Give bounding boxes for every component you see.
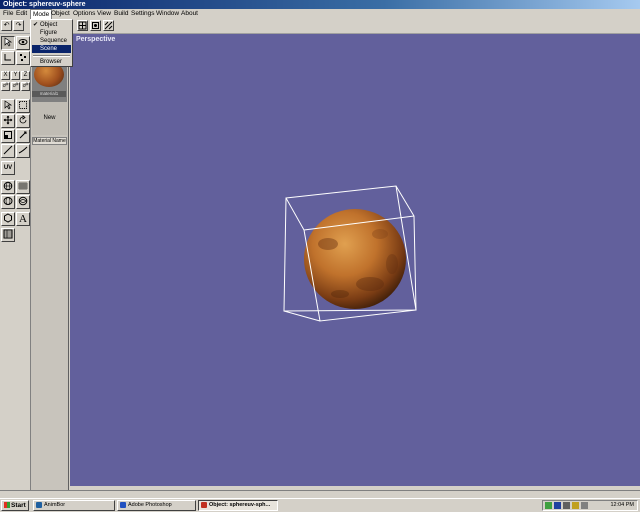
knife-icon[interactable]: [1, 144, 15, 158]
pointer-icon[interactable]: [1, 99, 15, 113]
toolbar: ↶ ↷: [0, 19, 640, 34]
menu-separator: [33, 55, 70, 57]
perspective-viewport[interactable]: Perspective: [70, 34, 640, 486]
material-panel: material1 New Material Name: [31, 34, 69, 490]
printer-icon[interactable]: [563, 502, 570, 509]
grid-primitive-icon[interactable]: [16, 180, 30, 194]
mode-item-label: Object: [40, 22, 58, 28]
network-icon[interactable]: [545, 502, 552, 509]
move-icon[interactable]: [1, 114, 15, 128]
shaded-view-icon[interactable]: [103, 20, 114, 31]
menu-view[interactable]: View: [95, 9, 113, 19]
hexagon-primitive-icon[interactable]: [1, 212, 15, 226]
animator-icon: [36, 502, 42, 508]
menu-build[interactable]: Build: [112, 9, 130, 19]
new-material-button[interactable]: New: [32, 102, 67, 135]
mode-item-label: Scene: [40, 46, 58, 52]
clock: 12:04 PM: [610, 502, 634, 508]
mode-item-label: Figure: [40, 30, 58, 36]
select-arrow-icon[interactable]: [1, 36, 15, 50]
mode-item-figure[interactable]: Figure: [32, 29, 71, 37]
tool-palette: X Y Z ☍ ☍ ☍ UV A: [0, 34, 31, 490]
spline-icon[interactable]: [16, 144, 30, 158]
menu-options[interactable]: Options: [71, 9, 97, 19]
animation-master-icon: [201, 502, 207, 508]
uv-button[interactable]: UV: [1, 161, 15, 175]
monitor-icon[interactable]: [554, 502, 561, 509]
mode-item-object[interactable]: ✔ Object: [32, 21, 71, 29]
axis-y-button[interactable]: Y: [11, 71, 20, 80]
axis-z-button[interactable]: Z: [21, 71, 30, 80]
viewport-label: Perspective: [76, 36, 116, 43]
windows-logo-icon: [4, 502, 10, 508]
window-title-bar: Object: sphereuv-sphere: [0, 0, 640, 9]
mode-item-sequence[interactable]: Sequence: [32, 37, 71, 45]
text-tool-button[interactable]: A: [16, 212, 30, 226]
speaker-icon[interactable]: [581, 502, 588, 509]
eye-icon[interactable]: [16, 36, 30, 50]
sphere-primitive-icon[interactable]: [1, 180, 15, 194]
magnet-icon[interactable]: [16, 129, 30, 143]
material-name-field[interactable]: Material Name: [32, 137, 67, 145]
mode-item-label: Sequence: [40, 38, 68, 44]
start-button[interactable]: Start: [1, 500, 29, 511]
material-label: material1: [32, 91, 66, 97]
menu-bar: File Edit Mode Object Options View Build…: [0, 9, 640, 19]
menu-settings[interactable]: Settings: [129, 9, 157, 19]
mode-item-browser[interactable]: Browser: [32, 58, 71, 66]
scale-icon[interactable]: [1, 129, 15, 143]
task-animator[interactable]: AnimBor: [33, 500, 115, 511]
grid-view-icon[interactable]: [77, 20, 88, 31]
mode-item-scene[interactable]: Scene: [32, 45, 71, 53]
check-icon: ✔: [33, 22, 39, 28]
cylinder-primitive-icon[interactable]: [1, 195, 15, 209]
task-photoshop[interactable]: Adobe Photoshop: [117, 500, 196, 511]
volume-icon[interactable]: [572, 502, 579, 509]
photoshop-icon: [120, 502, 126, 508]
task-object-window[interactable]: Object: sphereuv-sph...: [198, 500, 278, 511]
group2-icon[interactable]: ☍: [11, 82, 20, 91]
camera-view-icon[interactable]: [90, 20, 101, 31]
group3-icon[interactable]: ☍: [21, 82, 30, 91]
menu-object[interactable]: Object: [49, 9, 72, 19]
menu-window[interactable]: Window: [154, 9, 181, 19]
task-label: Adobe Photoshop: [128, 502, 172, 508]
marquee-icon[interactable]: [16, 99, 30, 113]
scene-canvas[interactable]: [70, 34, 640, 486]
rotate-icon[interactable]: [16, 114, 30, 128]
task-label: AnimBor: [44, 502, 66, 508]
axis-x-button[interactable]: X: [1, 71, 10, 80]
start-label: Start: [11, 502, 26, 509]
points-icon[interactable]: [16, 51, 30, 65]
undo-icon[interactable]: ↶: [1, 20, 12, 31]
window-title: Object: sphereuv-sphere: [3, 1, 86, 8]
table-icon[interactable]: [1, 228, 15, 242]
torus-primitive-icon[interactable]: [16, 195, 30, 209]
taskbar: Start AnimBor Adobe Photoshop Object: sp…: [0, 498, 640, 512]
status-bar: [0, 490, 640, 498]
group-icon[interactable]: ☍: [1, 82, 10, 91]
task-label: Object: sphereuv-sph...: [209, 502, 271, 508]
system-tray: 12:04 PM: [542, 500, 638, 511]
menu-about[interactable]: About: [179, 9, 200, 19]
mode-dropdown-menu: ✔ Object Figure Sequence Scene Browser: [30, 19, 73, 67]
bone-icon[interactable]: [1, 51, 15, 65]
mode-item-label: Browser: [40, 59, 63, 65]
redo-icon[interactable]: ↷: [13, 20, 24, 31]
menu-edit[interactable]: Edit: [14, 9, 29, 19]
